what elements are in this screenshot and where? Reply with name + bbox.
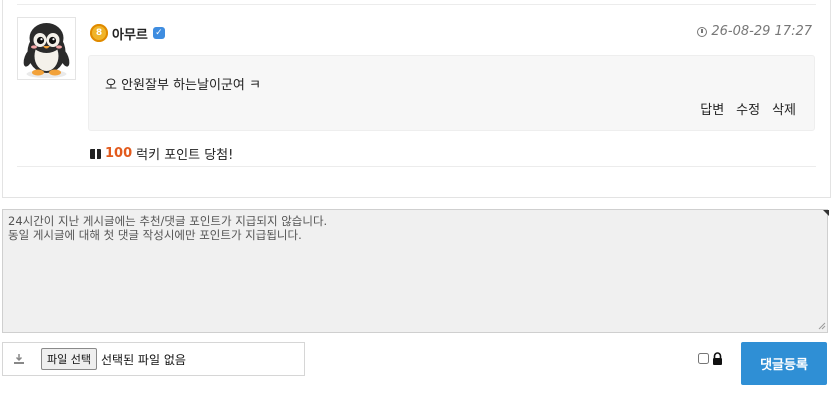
upload-icon	[3, 343, 35, 375]
avatar[interactable]	[17, 17, 76, 80]
penguin-avatar-icon	[23, 23, 70, 78]
lock-icon	[713, 352, 722, 365]
file-select-button[interactable]: 파일 선택	[41, 348, 97, 370]
edit-button[interactable]: 수정	[736, 99, 760, 118]
comment-item: 8 아무르 ✓ 26-08-29 17:27 오 안원잘부 하는날이군여 ㅋ 답…	[2, 0, 831, 198]
divider	[17, 4, 816, 5]
comment-text: 오 안원잘부 하는날이군여 ㅋ	[105, 78, 261, 93]
timestamp-text: 26-08-29 17:27	[711, 24, 812, 39]
secret-comment-toggle	[698, 352, 723, 365]
file-status-text: 선택된 파일 없음	[100, 352, 186, 367]
comment-bubble: 오 안원잘부 하는날이군여 ㅋ 답변 수정 삭제	[88, 55, 815, 131]
divider	[17, 166, 816, 167]
comment-timestamp: 26-08-29 17:27	[697, 24, 812, 39]
level-badge-icon: 8	[90, 24, 108, 42]
lucky-points-notice: 100 럭키 포인트 당첨!	[90, 144, 233, 163]
file-upload-group: 파일 선택 선택된 파일 없음	[2, 342, 305, 376]
resize-grip-icon[interactable]	[818, 322, 826, 330]
username[interactable]: 아무르	[112, 24, 148, 43]
gift-icon	[90, 148, 101, 159]
secret-checkbox[interactable]	[698, 353, 709, 364]
verified-icon: ✓	[152, 27, 165, 39]
comment-actions: 답변 수정 삭제	[700, 99, 796, 118]
comment-textarea[interactable]	[2, 209, 828, 333]
reply-button[interactable]: 답변	[700, 99, 724, 118]
delete-button[interactable]: 삭제	[772, 99, 796, 118]
clock-icon	[697, 26, 708, 37]
comment-meta: 8 아무르 ✓	[90, 23, 165, 43]
corner-marker-icon	[823, 210, 829, 216]
lucky-points-text: 럭키 포인트 당첨!	[136, 148, 234, 163]
submit-comment-button[interactable]: 댓글등록	[741, 342, 827, 385]
lucky-points-value: 100	[105, 146, 133, 161]
